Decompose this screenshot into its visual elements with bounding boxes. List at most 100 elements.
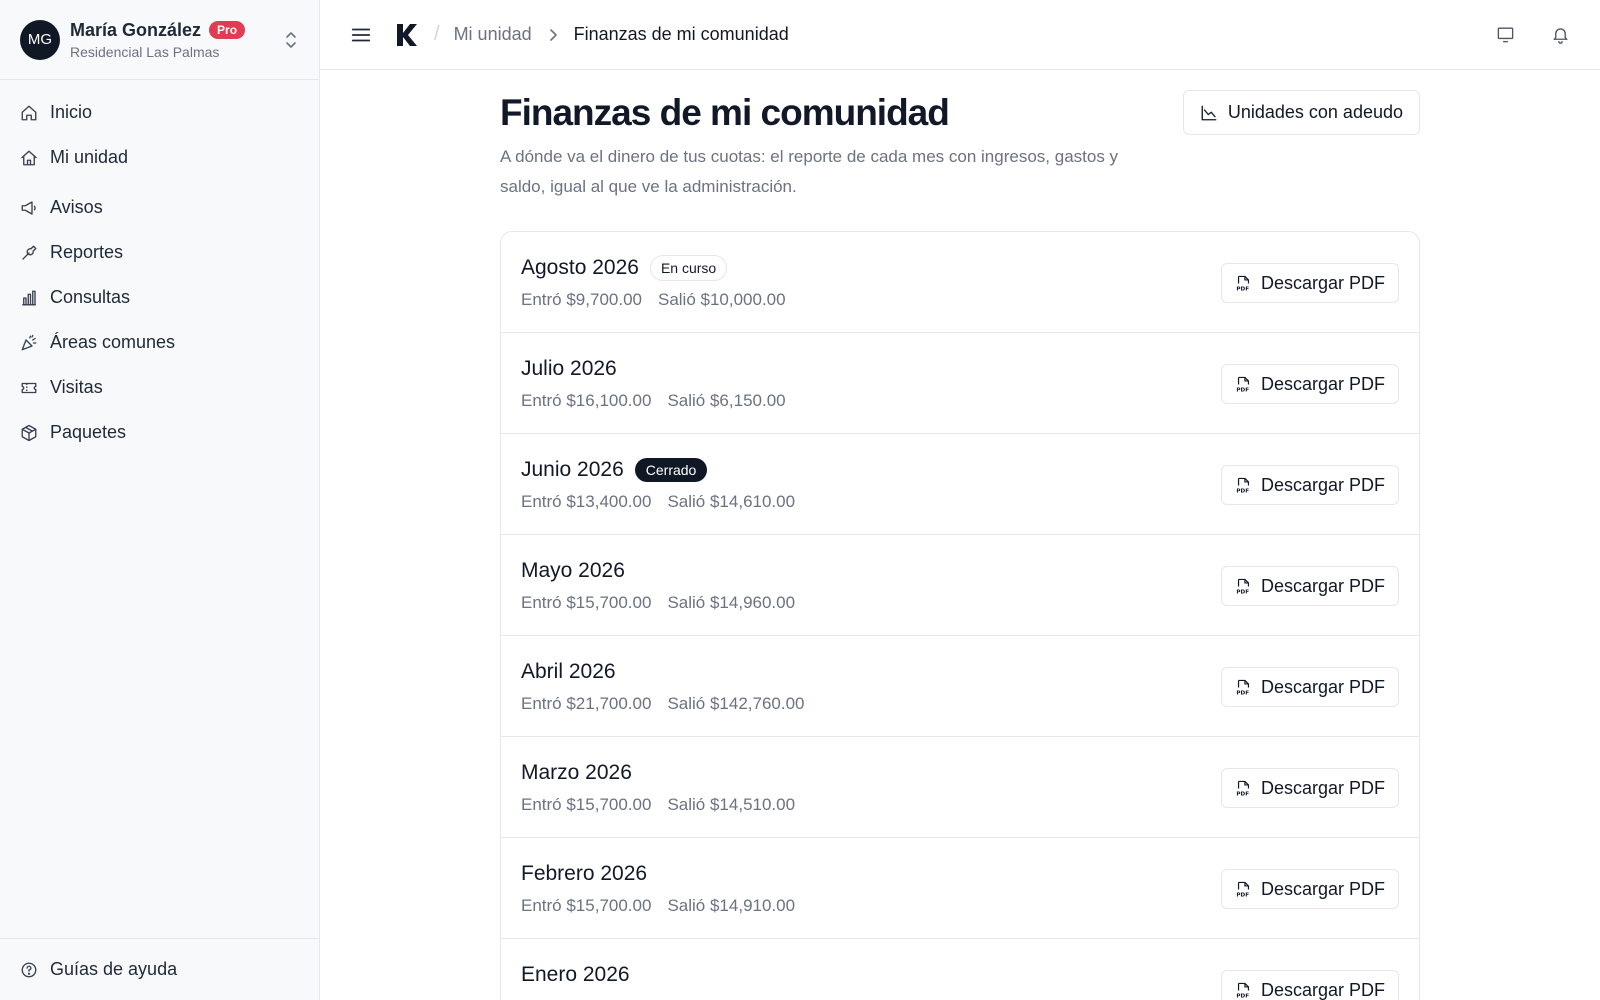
download-pdf-button[interactable]: PDF Descargar PDF <box>1220 768 1399 808</box>
monthly-reports-list: Agosto 2026 En curso Entró $9,700.00 Sal… <box>500 231 1420 1000</box>
report-month: Julio 2026 <box>521 357 617 380</box>
pdf-file-icon: PDF <box>1236 780 1249 797</box>
sidebar-item-mi-unidad[interactable]: Mi unidad <box>0 135 319 180</box>
svg-text:PDF: PDF <box>1236 387 1249 392</box>
report-expense: Salió $142,760.00 <box>667 694 805 713</box>
topbar: / Mi unidad Finanzas de mi comunidad <box>320 0 1600 70</box>
report-month: Abril 2026 <box>521 660 616 683</box>
report-month: Febrero 2026 <box>521 862 648 885</box>
sidebar-item-label: Mi unidad <box>50 147 129 167</box>
sidebar-item-areas-comunes[interactable]: Áreas comunes <box>0 320 319 365</box>
page-title: Finanzas de mi comunidad <box>500 92 950 133</box>
party-icon <box>21 334 37 350</box>
community-name: Residencial Las Palmas <box>70 43 220 60</box>
debt-units-button[interactable]: Unidades con adeudo <box>1182 90 1420 135</box>
report-row: Enero 2026 PDF Descargar PDF <box>501 939 1419 1000</box>
home-icon <box>21 105 37 120</box>
debt-units-label: Unidades con adeudo <box>1227 102 1403 122</box>
menu-icon[interactable] <box>350 24 372 46</box>
house-icon <box>21 150 37 165</box>
download-pdf-button[interactable]: PDF Descargar PDF <box>1220 566 1399 606</box>
monitor-icon[interactable] <box>1496 25 1515 44</box>
download-pdf-label: Descargar PDF <box>1260 272 1385 293</box>
pdf-file-icon: PDF <box>1236 477 1249 494</box>
report-row: Febrero 2026 Entró $15,700.00 Salió $14,… <box>501 838 1419 939</box>
logo-icon[interactable] <box>394 22 420 48</box>
report-month: Junio 2026 <box>521 458 624 481</box>
bar-chart-icon <box>22 290 36 305</box>
megaphone-icon <box>21 200 36 215</box>
status-badge: En curso <box>649 255 728 281</box>
chevron-up-down-icon[interactable] <box>283 28 299 52</box>
report-row: Agosto 2026 En curso Entró $9,700.00 Sal… <box>501 232 1419 333</box>
svg-text:PDF: PDF <box>1236 690 1249 695</box>
report-income: Entró $21,700.00 <box>521 694 652 713</box>
report-expense: Salió $14,510.00 <box>667 795 796 814</box>
download-pdf-button[interactable]: PDF Descargar PDF <box>1220 465 1399 505</box>
pdf-file-icon: PDF <box>1236 679 1249 696</box>
sidebar-item-label: Visitas <box>50 377 103 397</box>
report-expense: Salió $6,150.00 <box>667 391 786 410</box>
report-expense: Salió $14,960.00 <box>667 593 796 612</box>
svg-text:PDF: PDF <box>1236 892 1249 897</box>
page-header: Finanzas de mi comunidad A dónde va el d… <box>500 70 1420 230</box>
help-circle-icon <box>21 962 37 977</box>
sidebar-item-paquetes[interactable]: Paquetes <box>0 410 319 455</box>
report-row: Abril 2026 Entró $21,700.00 Salió $142,7… <box>501 636 1419 737</box>
download-pdf-button[interactable]: PDF Descargar PDF <box>1220 970 1399 1000</box>
download-pdf-button[interactable]: PDF Descargar PDF <box>1220 263 1399 303</box>
sidebar-nav: Inicio Mi unidad Avisos Reportes Consult… <box>0 80 319 455</box>
download-pdf-label: Descargar PDF <box>1260 373 1385 394</box>
download-pdf-label: Descargar PDF <box>1260 777 1385 798</box>
sidebar-item-label: Consultas <box>50 287 131 307</box>
report-income: Entró $15,700.00 <box>521 896 652 915</box>
report-expense: Salió $14,910.00 <box>667 896 796 915</box>
report-month: Mayo 2026 <box>521 559 625 582</box>
sidebar-item-inicio[interactable]: Inicio <box>0 90 319 135</box>
report-row: Junio 2026 Cerrado Entró $13,400.00 Sali… <box>501 434 1419 535</box>
ticket-icon <box>21 382 37 393</box>
sidebar-item-label: Paquetes <box>50 422 127 442</box>
svg-text:PDF: PDF <box>1236 488 1249 493</box>
avatar: MG <box>20 19 60 60</box>
line-chart-icon <box>1201 105 1217 120</box>
download-pdf-button[interactable]: PDF Descargar PDF <box>1220 869 1399 909</box>
report-income: Entró $15,700.00 <box>521 795 652 814</box>
pro-badge: Pro <box>209 21 246 39</box>
report-row: Marzo 2026 Entró $15,700.00 Salió $14,51… <box>501 737 1419 838</box>
report-month: Enero 2026 <box>521 963 630 986</box>
bell-icon[interactable] <box>1551 25 1570 44</box>
download-pdf-label: Descargar PDF <box>1260 979 1385 1000</box>
sidebar-item-label: Reportes <box>50 242 124 262</box>
download-pdf-button[interactable]: PDF Descargar PDF <box>1220 364 1399 404</box>
report-month: Marzo 2026 <box>521 761 632 784</box>
download-pdf-label: Descargar PDF <box>1260 575 1385 596</box>
user-name: María González <box>70 19 202 40</box>
report-expense: Salió $14,610.00 <box>667 492 796 511</box>
svg-text:PDF: PDF <box>1236 993 1249 998</box>
pdf-file-icon: PDF <box>1236 982 1249 999</box>
account-name-row: María González Pro <box>70 20 283 41</box>
download-pdf-button[interactable]: PDF Descargar PDF <box>1220 667 1399 707</box>
report-expense: Salió $10,000.00 <box>657 290 786 309</box>
account-info: María González Pro Residencial Las Palma… <box>70 20 283 60</box>
sidebar-item-reportes[interactable]: Reportes <box>0 230 319 275</box>
report-row: Julio 2026 Entró $16,100.00 Salió $6,150… <box>501 333 1419 434</box>
breadcrumb-parent[interactable]: Mi unidad <box>454 24 532 45</box>
sidebar-item-avisos[interactable]: Avisos <box>0 185 319 230</box>
report-row: Mayo 2026 Entró $15,700.00 Salió $14,960… <box>501 535 1419 636</box>
download-pdf-label: Descargar PDF <box>1260 474 1385 495</box>
sidebar: MG María González Pro Residencial Las Pa… <box>0 0 320 1000</box>
download-pdf-label: Descargar PDF <box>1260 878 1385 899</box>
account-switcher[interactable]: MG María González Pro Residencial Las Pa… <box>0 0 319 80</box>
pdf-file-icon: PDF <box>1236 376 1249 393</box>
topbar-actions <box>1496 25 1570 44</box>
main-content: Finanzas de mi comunidad A dónde va el d… <box>500 70 1420 1000</box>
sidebar-item-label: Áreas comunes <box>50 332 176 352</box>
help-guides-label: Guías de ayuda <box>50 959 178 979</box>
sidebar-item-consultas[interactable]: Consultas <box>0 275 319 320</box>
sidebar-item-visitas[interactable]: Visitas <box>0 365 319 410</box>
help-guides-link[interactable]: Guías de ayuda <box>0 938 319 1000</box>
status-badge: Cerrado <box>634 458 708 482</box>
breadcrumb-separator: / <box>434 23 440 45</box>
